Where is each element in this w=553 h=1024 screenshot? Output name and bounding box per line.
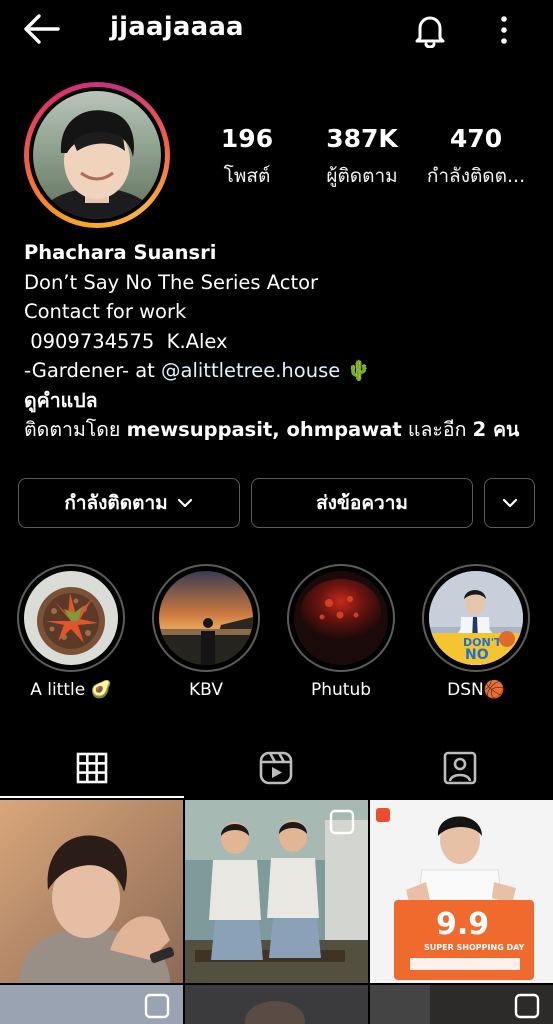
grid-post-1[interactable] xyxy=(0,800,183,983)
followers-count-value: 387K xyxy=(326,124,398,153)
bio-line-4: -Gardener- at @alittletree.house 🌵 xyxy=(24,356,534,386)
following-button[interactable]: กำลังติดตาม xyxy=(18,478,240,528)
followers-count[interactable]: 387K ผู้ติดตาม xyxy=(297,124,427,191)
grid-post-4[interactable] xyxy=(0,985,183,1024)
highlight-label: Phutub xyxy=(310,680,372,700)
chevron-down-icon xyxy=(502,498,517,508)
avatar xyxy=(33,91,161,219)
grid-post-5[interactable] xyxy=(185,985,368,1024)
suggested-accounts-button[interactable] xyxy=(484,478,535,528)
promo-small-text: SUPER SHOPPING DAY xyxy=(424,943,525,952)
chevron-down-icon xyxy=(177,498,192,508)
highlight-dsn[interactable]: DON'T NO DSN🏀 xyxy=(422,564,530,700)
top-bar: jjaajaaaa xyxy=(0,0,553,58)
profile-full-name: Phachara Suansri xyxy=(24,241,217,264)
followed-by-prefix: ติดตามโดย xyxy=(24,418,127,441)
bio-line-3: 0909734575 K.Alex xyxy=(24,329,228,353)
highlight-kbv[interactable]: KBV xyxy=(152,564,260,700)
profile-tabs xyxy=(0,738,553,798)
posts-count[interactable]: 196 โพสต์ xyxy=(182,124,312,191)
tab-posts-grid[interactable] xyxy=(0,738,184,798)
highlight-label: DSN🏀 xyxy=(447,680,505,700)
more-options-icon[interactable] xyxy=(494,12,514,48)
message-button[interactable]: ส่งข้อความ xyxy=(251,478,473,528)
bio-line-2: Contact for work xyxy=(24,300,187,323)
profile-avatar-story-ring[interactable] xyxy=(24,82,170,228)
grid-post-3[interactable]: 9.9 SUPER SHOPPING DAY xyxy=(370,800,553,983)
followed-by-mid: และอีก xyxy=(401,418,473,441)
following-count-label: กำลังติดต... xyxy=(426,165,526,187)
dsn-logo-bottom: NO xyxy=(465,647,489,663)
highlight-cover xyxy=(24,571,118,665)
posts-count-label: โพสต์ xyxy=(223,165,271,187)
grid-post-6[interactable] xyxy=(370,985,553,1024)
followed-by-line[interactable]: ติดตามโดย mewsuppasit, ohmpawat และอีก 2… xyxy=(24,415,534,445)
tagged-icon xyxy=(443,751,477,785)
tab-reels[interactable] xyxy=(184,738,368,798)
bio-gardener-prefix: -Gardener- at xyxy=(24,359,162,382)
followed-by-count: 2 คน xyxy=(472,418,520,441)
cactus-emoji: 🌵 xyxy=(346,359,371,382)
highlight-cover xyxy=(159,571,253,665)
see-translation-link[interactable]: ดูคำแปล xyxy=(24,386,534,416)
posts-count-value: 196 xyxy=(220,124,274,153)
grid-icon xyxy=(76,752,108,784)
highlight-a-little[interactable]: A little 🥑 xyxy=(17,564,125,700)
highlight-cover xyxy=(294,571,388,665)
followers-count-label: ผู้ติดตาม xyxy=(326,165,398,187)
notification-bell-icon[interactable] xyxy=(412,12,448,48)
back-arrow-icon[interactable] xyxy=(22,12,62,46)
bio-mention-link[interactable]: @alittletree.house xyxy=(161,359,340,382)
tab-tagged[interactable] xyxy=(368,738,552,798)
followed-by-names: mewsuppasit, ohmpawat xyxy=(126,418,402,441)
highlight-label: A little 🥑 xyxy=(30,680,112,700)
active-tab-indicator xyxy=(0,796,184,798)
highlight-phutub[interactable]: Phutub xyxy=(287,564,395,700)
following-count-value: 470 xyxy=(449,124,503,153)
bio-line-1: Don’t Say No The Series Actor xyxy=(24,270,319,294)
highlight-cover: DON'T NO xyxy=(429,571,523,665)
grid-post-2[interactable] xyxy=(185,800,368,983)
promo-big-text: 9.9 xyxy=(436,907,489,942)
message-button-label: ส่งข้อความ xyxy=(316,492,408,514)
following-count[interactable]: 470 กำลังติดต... xyxy=(411,124,541,191)
reels-icon xyxy=(259,751,293,785)
profile-bio: Phachara Suansri Don’t Say No The Series… xyxy=(24,238,534,445)
following-button-label: กำลังติดตาม xyxy=(64,492,168,514)
profile-username: jjaajaaaa xyxy=(110,12,244,42)
highlight-label: KBV xyxy=(189,680,223,700)
